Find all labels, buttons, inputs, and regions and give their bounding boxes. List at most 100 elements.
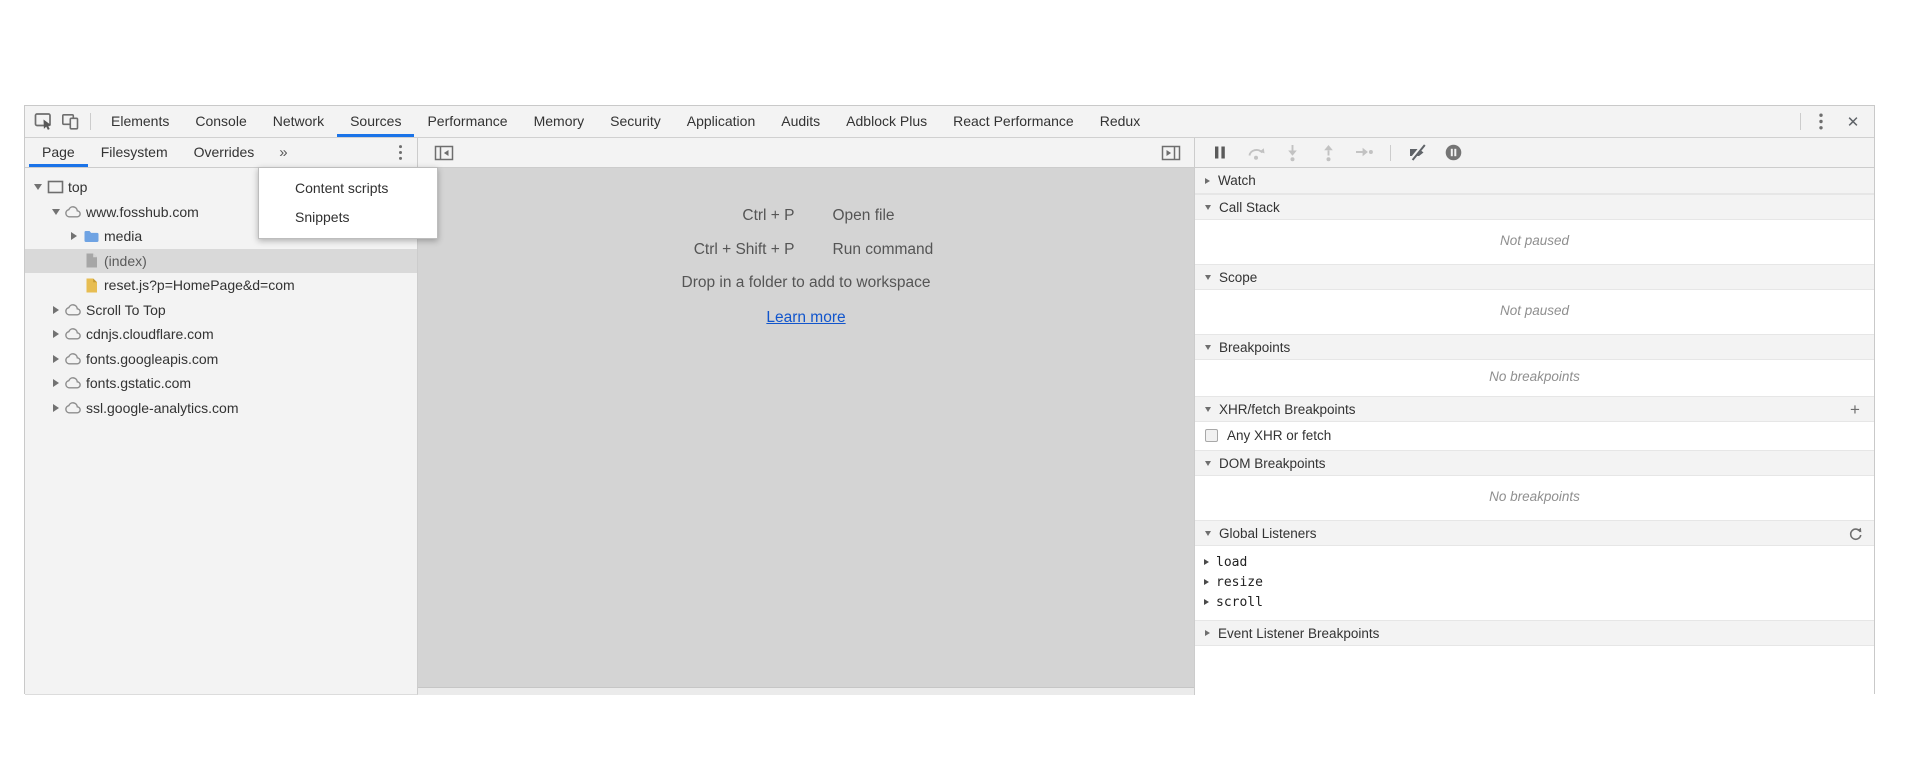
listener-row-load[interactable]: load xyxy=(1195,552,1874,572)
section-scope: Scope Not paused xyxy=(1195,264,1874,334)
expander-collapsed-icon xyxy=(1205,630,1210,636)
tree-item-scroll-to-top[interactable]: Scroll To Top xyxy=(25,298,417,323)
tree-item-ssl-google-analytics-com[interactable]: ssl.google-analytics.com xyxy=(25,396,417,421)
listener-row-scroll[interactable]: scroll xyxy=(1195,592,1874,612)
section-watch-header[interactable]: Watch xyxy=(1195,168,1874,194)
debugger-toolbar-divider xyxy=(1390,145,1391,161)
navigator-tab-page[interactable]: Page xyxy=(29,138,88,167)
cloud-icon xyxy=(63,376,84,390)
tree-item-label: reset.js?p=HomePage&d=com xyxy=(104,277,295,293)
tab-elements[interactable]: Elements xyxy=(98,106,182,137)
section-event-listener-breakpoints-header[interactable]: Event Listener Breakpoints xyxy=(1195,620,1874,646)
expander-expanded-icon xyxy=(1205,275,1211,280)
tree-item-fonts-googleapis-com[interactable]: fonts.googleapis.com xyxy=(25,347,417,372)
expander-collapsed-icon[interactable] xyxy=(49,306,63,314)
tabbar-right-divider xyxy=(1800,113,1801,130)
expander-expanded-icon[interactable] xyxy=(49,209,63,215)
step-over-button[interactable] xyxy=(1243,140,1269,166)
expander-expanded-icon xyxy=(1205,345,1211,350)
tab-performance[interactable]: Performance xyxy=(414,106,520,137)
shortcut-row-run-command: Ctrl + Shift + P Run command xyxy=(620,236,993,263)
tab-sources[interactable]: Sources xyxy=(337,106,414,137)
more-tabs-chevron-icon[interactable]: » xyxy=(267,144,299,161)
section-xhr-fetch-breakpoints: XHR/fetch Breakpoints + Any XHR or fetch xyxy=(1195,396,1874,450)
listener-name: load xyxy=(1216,555,1247,570)
section-xhr-fetch-breakpoints-header[interactable]: XHR/fetch Breakpoints + xyxy=(1195,396,1874,422)
step-button[interactable] xyxy=(1351,140,1377,166)
section-global-listeners-header[interactable]: Global Listeners xyxy=(1195,520,1874,546)
any-xhr-or-fetch-checkbox[interactable] xyxy=(1205,429,1218,442)
tree-item-label: fonts.googleapis.com xyxy=(86,351,218,367)
tab-audits[interactable]: Audits xyxy=(768,106,833,137)
inspect-element-icon[interactable] xyxy=(31,109,57,135)
global-listeners-list: load resize scroll xyxy=(1195,546,1874,620)
menu-item-content-scripts[interactable]: Content scripts xyxy=(259,174,437,203)
section-dom-breakpoints-header[interactable]: DOM Breakpoints xyxy=(1195,450,1874,476)
tree-item-label: Scroll To Top xyxy=(86,302,166,318)
tree-item-label: ssl.google-analytics.com xyxy=(86,400,239,416)
document-icon xyxy=(81,252,102,269)
tab-redux[interactable]: Redux xyxy=(1087,106,1153,137)
hide-debugger-sidebar-icon[interactable] xyxy=(1158,140,1184,166)
pause-script-button[interactable] xyxy=(1207,140,1233,166)
step-out-button[interactable] xyxy=(1315,140,1341,166)
device-toolbar-icon[interactable] xyxy=(57,109,83,135)
deactivate-breakpoints-button[interactable] xyxy=(1404,140,1430,166)
expander-collapsed-icon[interactable] xyxy=(67,232,81,240)
expander-collapsed-icon[interactable] xyxy=(49,355,63,363)
hide-navigator-icon[interactable] xyxy=(431,140,457,166)
section-scope-header[interactable]: Scope xyxy=(1195,264,1874,290)
section-call-stack-header[interactable]: Call Stack xyxy=(1195,194,1874,220)
tree-item-label: www.fosshub.com xyxy=(86,204,199,220)
shortcut-action: Open file xyxy=(833,207,993,225)
step-into-button[interactable] xyxy=(1279,140,1305,166)
listener-row-resize[interactable]: resize xyxy=(1195,572,1874,592)
navigator-toolbar: Page Filesystem Overrides » xyxy=(25,138,418,168)
section-title: Scope xyxy=(1219,270,1257,285)
tab-security[interactable]: Security xyxy=(597,106,674,137)
any-xhr-or-fetch-row: Any XHR or fetch xyxy=(1195,422,1874,450)
tab-adblock-plus[interactable]: Adblock Plus xyxy=(833,106,940,137)
tree-item-reset-js[interactable]: reset.js?p=HomePage&d=com xyxy=(25,273,417,298)
tab-memory[interactable]: Memory xyxy=(521,106,598,137)
tab-application[interactable]: Application xyxy=(674,106,769,137)
menu-item-snippets[interactable]: Snippets xyxy=(259,203,437,232)
scope-message: Not paused xyxy=(1195,290,1874,334)
expander-collapsed-icon[interactable] xyxy=(49,379,63,387)
close-icon[interactable]: ✕ xyxy=(1840,109,1866,135)
tab-network[interactable]: Network xyxy=(260,106,337,137)
tree-item-index[interactable]: (index) xyxy=(25,249,417,274)
tab-react-performance[interactable]: React Performance xyxy=(940,106,1087,137)
folder-icon xyxy=(81,229,102,244)
debugger-sidebar: Watch Call Stack Not paused Scope Not pa… xyxy=(1195,168,1874,695)
navigator-more-tabs-menu: Content scripts Snippets xyxy=(258,167,438,239)
shortcut-keys: Ctrl + P xyxy=(620,207,795,225)
cloud-icon xyxy=(63,401,84,415)
section-call-stack: Call Stack Not paused xyxy=(1195,194,1874,264)
main-tabbar: Elements Console Network Sources Perform… xyxy=(25,106,1874,138)
pause-on-exceptions-button[interactable] xyxy=(1440,140,1466,166)
main-tabs: Elements Console Network Sources Perform… xyxy=(98,106,1153,137)
expander-collapsed-icon[interactable] xyxy=(49,404,63,412)
tree-item-fonts-gstatic-com[interactable]: fonts.gstatic.com xyxy=(25,371,417,396)
navigator-tab-overrides[interactable]: Overrides xyxy=(181,138,268,167)
section-global-listeners: Global Listeners load xyxy=(1195,520,1874,620)
tree-item-label: cdnjs.cloudflare.com xyxy=(86,326,214,342)
script-file-icon xyxy=(81,277,102,294)
refresh-global-listeners-icon[interactable] xyxy=(1846,524,1864,542)
tree-item-cdnjs-cloudflare-com[interactable]: cdnjs.cloudflare.com xyxy=(25,322,417,347)
learn-more-link[interactable]: Learn more xyxy=(766,309,845,327)
expander-collapsed-icon xyxy=(1204,559,1209,565)
navigator-tab-filesystem[interactable]: Filesystem xyxy=(88,138,181,167)
breakpoints-message: No breakpoints xyxy=(1195,360,1874,396)
section-breakpoints-header[interactable]: Breakpoints xyxy=(1195,334,1874,360)
section-title: Call Stack xyxy=(1219,200,1280,215)
navigator-kebab-menu-icon[interactable] xyxy=(387,140,413,166)
kebab-menu-icon[interactable] xyxy=(1808,109,1834,135)
expander-collapsed-icon[interactable] xyxy=(49,330,63,338)
add-xhr-breakpoint-icon[interactable]: + xyxy=(1846,400,1864,418)
expander-expanded-icon[interactable] xyxy=(31,184,45,190)
expander-expanded-icon xyxy=(1205,461,1211,466)
tab-console[interactable]: Console xyxy=(182,106,259,137)
section-breakpoints: Breakpoints No breakpoints xyxy=(1195,334,1874,396)
